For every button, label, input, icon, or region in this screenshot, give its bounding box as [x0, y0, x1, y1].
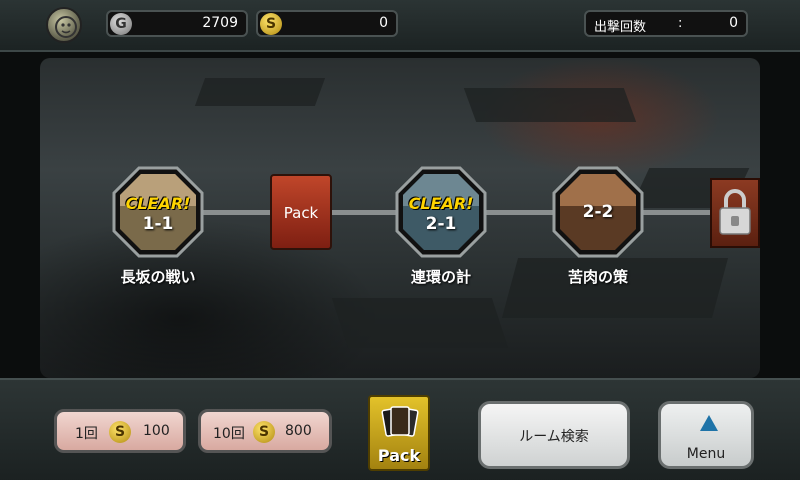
gold-coin-icon: G [110, 13, 132, 35]
map-path [328, 210, 404, 215]
draw-1-button[interactable]: 1回 S 100 [54, 409, 186, 453]
map-path [486, 210, 560, 215]
stage-title-2-1: 連環の計 [410, 268, 471, 286]
silver-coin-icon: S [253, 421, 275, 443]
stage-node-1-1[interactable]: CLEAR! 1-1 [112, 166, 204, 258]
lock-icon [719, 189, 751, 235]
cards-icon [381, 406, 419, 437]
stage-node-2-1[interactable]: CLEAR! 2-1 [395, 166, 487, 258]
sortie-counter: 出撃回数 : 0 [584, 10, 748, 37]
map-path [642, 210, 714, 215]
sortie-colon: : [678, 16, 683, 31]
stage-title-1-1: 長坂の戦い [120, 268, 196, 286]
top-bar: G 2709 S 0 出撃回数 : 0 [0, 0, 800, 52]
room-search-button[interactable]: ルーム検索 [478, 401, 630, 469]
menu-label: Menu [686, 446, 726, 462]
clear-badge: CLEAR! [125, 194, 191, 213]
pack-reward-node[interactable]: Pack [270, 174, 332, 250]
gold-counter: G 2709 [106, 10, 248, 37]
clear-badge: CLEAR! [408, 194, 474, 213]
silver-counter: S 0 [256, 10, 398, 37]
silver-coin-icon: S [109, 421, 131, 443]
sortie-label: 出撃回数 [594, 20, 647, 35]
silver-coin-icon: S [260, 13, 282, 35]
game-screen: G 2709 S 0 出撃回数 : 0 CLEAR! 1-1 長坂の戦い Pac… [0, 0, 800, 480]
gold-amount: 2709 [202, 15, 238, 31]
stage-node-2-2[interactable]: 2-2 [552, 166, 644, 258]
room-search-label: ルーム検索 [519, 429, 589, 445]
pack-button[interactable]: Pack [368, 395, 430, 471]
draw-price: 800 [285, 423, 312, 439]
draw-price: 100 [143, 423, 170, 439]
lion-emblem-icon[interactable] [46, 7, 82, 43]
stage-title-2-2: 苦肉の策 [567, 268, 628, 286]
draw-10-button[interactable]: 10回 S 800 [198, 409, 332, 453]
draw-count-label: 1回 [75, 426, 98, 442]
stage-number: 2-2 [582, 202, 614, 222]
draw-count-label: 10回 [213, 426, 245, 442]
triangle-up-icon [700, 415, 718, 431]
pack-button-label: Pack [377, 446, 421, 465]
map-path [200, 210, 276, 215]
menu-button[interactable]: Menu [658, 401, 754, 469]
sortie-value: 0 [729, 15, 738, 31]
pack-label: Pack [283, 204, 319, 222]
silver-amount: 0 [379, 15, 388, 31]
stage-number: 1-1 [142, 214, 174, 234]
locked-stage-node[interactable] [710, 178, 760, 248]
stage-number: 2-1 [425, 214, 457, 234]
